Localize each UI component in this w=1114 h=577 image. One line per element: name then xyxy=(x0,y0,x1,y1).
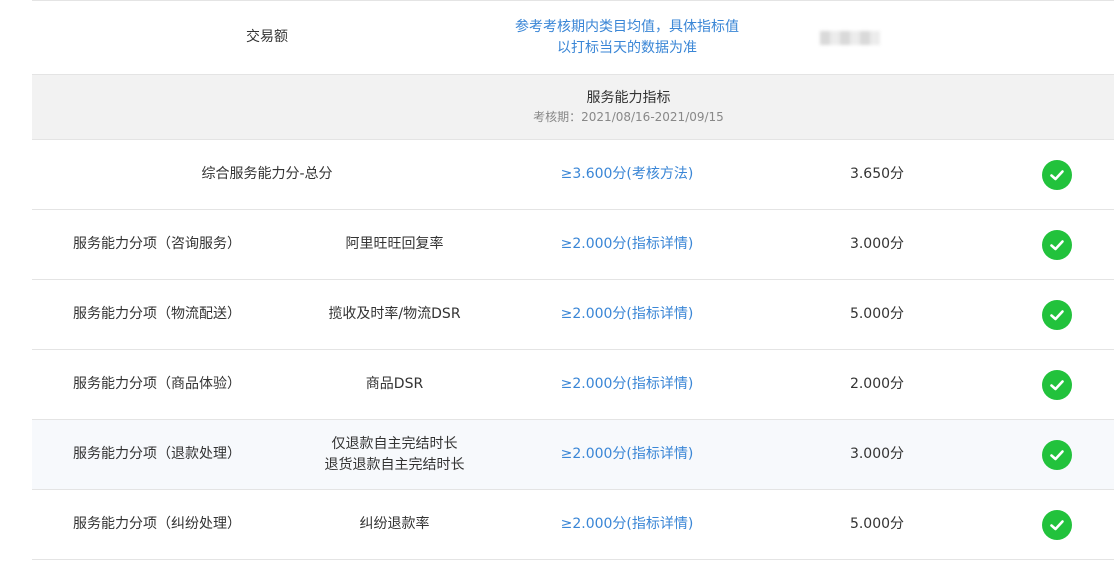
metric-detail-link[interactable]: ≥2.000分(指标详情) xyxy=(561,234,694,255)
row-standard: ≥2.000分(指标详情) xyxy=(502,210,752,279)
transaction-value-redacted xyxy=(777,1,977,74)
row-standard: ≥2.000分(指标详情) xyxy=(502,280,752,349)
category-label: 服务能力分项（商品体验） xyxy=(73,376,241,392)
row-status xyxy=(1022,140,1092,209)
category-label: 服务能力分项（物流配送） xyxy=(73,306,241,322)
row-value: 2.000分 xyxy=(777,350,977,419)
row-metric: 阿里旺旺回复率 xyxy=(282,210,507,279)
transaction-standard: 参考考核期内类目均值，具体指标值 以打标当天的数据为准 xyxy=(502,1,752,74)
row-metric: 仅退款自主完结时长 退货退款自主完结时长 xyxy=(282,420,507,489)
standard-line-1: 参考考核期内类目均值，具体指标值 xyxy=(515,18,739,35)
row-standard: ≥3.600分(考核方法) xyxy=(502,140,752,209)
table-row-transaction: 交易额 参考考核期内类目均值，具体指标值 以打标当天的数据为准 xyxy=(32,0,1114,75)
row-standard: ≥2.000分(指标详情) xyxy=(502,420,752,489)
section-title: 服务能力指标 xyxy=(586,90,671,106)
row-category: 服务能力分项（纠纷处理） xyxy=(32,490,282,559)
row-value: 3.650分 xyxy=(777,140,977,209)
assessment-method-link[interactable]: ≥3.600分(考核方法) xyxy=(561,164,694,185)
metric-label: 商品DSR xyxy=(365,376,424,392)
metric-detail-link[interactable]: ≥2.000分(指标详情) xyxy=(561,444,694,465)
row-category: 服务能力分项（退款处理） xyxy=(32,420,282,489)
check-circle-icon xyxy=(1042,509,1072,540)
row-standard: ≥2.000分(指标详情) xyxy=(502,350,752,419)
row-status xyxy=(1022,280,1092,349)
table-row: 综合服务能力分-总分 ≥3.600分(考核方法) 3.650分 xyxy=(32,140,1114,210)
category-label: 综合服务能力分-总分 xyxy=(201,166,333,182)
metric-label: 纠纷退款率 xyxy=(359,516,430,532)
category-label: 服务能力分项（退款处理） xyxy=(73,446,241,462)
row-value: 5.000分 xyxy=(777,280,977,349)
service-metrics-table: 交易额 参考考核期内类目均值，具体指标值 以打标当天的数据为准 服务能力指标 考… xyxy=(32,0,1114,577)
section-header: 服务能力指标 考核期：2021/08/16-2021/09/15 xyxy=(32,75,1114,140)
category-label: 服务能力分项（纠纷处理） xyxy=(73,516,241,532)
metric-detail-link[interactable]: ≥2.000分(指标详情) xyxy=(561,374,694,395)
table-row: 服务能力分项（退款处理） 仅退款自主完结时长 退货退款自主完结时长 ≥2.000… xyxy=(32,420,1114,490)
row-metric: 揽收及时率/物流DSR xyxy=(282,280,507,349)
row-status xyxy=(1022,420,1092,489)
row-label: 交易额 xyxy=(32,1,502,74)
metric-label-line-2: 退货退款自主完结时长 xyxy=(324,456,465,473)
row-metric: 商品DSR xyxy=(282,350,507,419)
check-circle-icon xyxy=(1042,159,1072,190)
table-row: 服务能力分项（咨询服务） 阿里旺旺回复率 ≥2.000分(指标详情) 3.000… xyxy=(32,210,1114,280)
score-value: 3.650分 xyxy=(849,166,905,182)
check-circle-icon xyxy=(1042,439,1072,470)
row-value: 3.000分 xyxy=(777,210,977,279)
row-status xyxy=(1022,350,1092,419)
check-circle-icon xyxy=(1042,369,1072,400)
metric-detail-link[interactable]: ≥2.000分(指标详情) xyxy=(561,304,694,325)
standard-line-2: 以打标当天的数据为准 xyxy=(557,39,697,56)
section-title-block: 服务能力指标 考核期：2021/08/16-2021/09/15 xyxy=(32,75,1114,139)
row-category: 服务能力分项（商品体验） xyxy=(32,350,282,419)
row-standard: ≥2.000分(指标详情) xyxy=(502,490,752,559)
metric-label: 揽收及时率/物流DSR xyxy=(328,306,461,322)
row-category: 服务能力分项（物流配送） xyxy=(32,280,282,349)
row-value: 5.000分 xyxy=(777,490,977,559)
metric-label-line-1: 仅退款自主完结时长 xyxy=(331,435,458,452)
transaction-label: 交易额 xyxy=(246,29,288,45)
category-label: 服务能力分项（咨询服务） xyxy=(73,236,241,252)
check-circle-icon xyxy=(1042,229,1072,260)
score-value: 3.000分 xyxy=(849,446,905,462)
section-period: 考核期：2021/08/16-2021/09/15 xyxy=(533,110,724,124)
row-status xyxy=(1022,490,1092,559)
row-category: 综合服务能力分-总分 xyxy=(32,140,502,209)
check-circle-icon xyxy=(1042,299,1072,330)
row-status xyxy=(1022,210,1092,279)
metric-label: 阿里旺旺回复率 xyxy=(345,236,444,252)
score-value: 3.000分 xyxy=(849,236,905,252)
score-value: 5.000分 xyxy=(849,306,905,322)
row-category: 服务能力分项（咨询服务） xyxy=(32,210,282,279)
table-row: 服务能力分项（商品体验） 商品DSR ≥2.000分(指标详情) 2.000分 xyxy=(32,350,1114,420)
row-value: 3.000分 xyxy=(777,420,977,489)
score-value: 2.000分 xyxy=(849,376,905,392)
table-row: 服务能力分项（纠纷处理） 纠纷退款率 ≥2.000分(指标详情) 5.000分 xyxy=(32,490,1114,560)
row-metric: 纠纷退款率 xyxy=(282,490,507,559)
score-value: 5.000分 xyxy=(849,516,905,532)
redacted-value xyxy=(819,30,880,45)
table-row: 服务能力分项（物流配送） 揽收及时率/物流DSR ≥2.000分(指标详情) 5… xyxy=(32,280,1114,350)
metric-detail-link[interactable]: ≥2.000分(指标详情) xyxy=(561,514,694,535)
